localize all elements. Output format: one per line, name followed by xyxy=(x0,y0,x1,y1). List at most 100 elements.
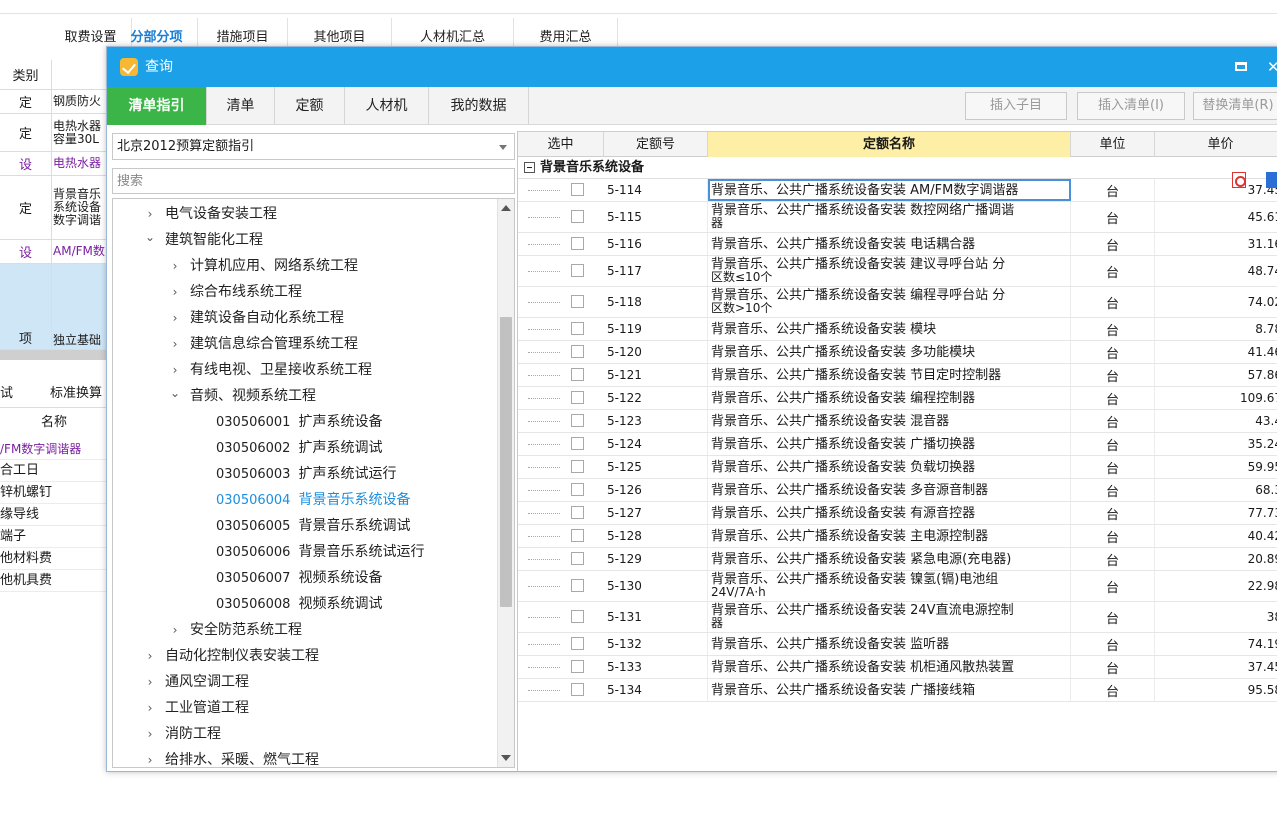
table-row[interactable]: 5-119背景音乐、公共广播系统设备安装 模块 台8.78 xyxy=(518,318,1277,341)
tree-node[interactable]: 030506006 背景音乐系统试运行 xyxy=(216,539,424,565)
row-checkbox[interactable] xyxy=(571,483,584,496)
group-row[interactable]: 背景音乐系统设备 xyxy=(518,157,1277,179)
word-icon[interactable] xyxy=(1266,172,1277,188)
tree-node[interactable]: › 自动化控制仪表安装工程 xyxy=(143,643,319,669)
chevron-right-icon[interactable]: › xyxy=(168,253,182,279)
row-checkbox[interactable] xyxy=(571,579,584,592)
tree-node[interactable]: › 有线电视、卫星接收系统工程 xyxy=(168,357,372,383)
chevron-right-icon[interactable]: › xyxy=(143,695,157,721)
chevron-right-icon[interactable]: › xyxy=(143,721,157,747)
search-input[interactable] xyxy=(112,168,515,194)
chevron-down-icon[interactable]: ⌄ xyxy=(143,224,157,250)
table-row[interactable]: 5-130 背景音乐、公共广播系统设备安装 镍氢(镉)电池组 24V/7A·h 台 22… xyxy=(518,571,1277,602)
tree-node[interactable]: 030506008 视频系统调试 xyxy=(216,591,382,617)
close-icon[interactable]: ✕ xyxy=(1267,47,1277,87)
background-row[interactable]: 设 AM/FM数 xyxy=(0,240,108,264)
chevron-right-icon[interactable]: › xyxy=(168,279,182,305)
table-row[interactable]: 5-132背景音乐、公共广播系统设备安装 监听器 台74.19 xyxy=(518,633,1277,656)
row-checkbox[interactable] xyxy=(571,264,584,277)
header-name[interactable]: 定额名称 xyxy=(708,132,1071,157)
row-checkbox[interactable] xyxy=(571,210,584,223)
tree-node[interactable]: 030506001 扩声系统设备 xyxy=(216,409,382,435)
header-price[interactable]: 单价 xyxy=(1155,132,1277,157)
table-row[interactable]: 5-127背景音乐、公共广播系统设备安装 有源音控器 台77.73 xyxy=(518,502,1277,525)
maximize-icon[interactable] xyxy=(1235,62,1247,71)
background-scrollbar[interactable] xyxy=(0,350,108,360)
table-row[interactable]: 5-131背景音乐、公共广播系统设备安装 24V直流电源控制器 台38 xyxy=(518,602,1277,633)
table-row[interactable]: 5-134背景音乐、公共广播系统设备安装 广播接线箱 台95.58 xyxy=(518,679,1277,702)
background-row[interactable]: 定背景音乐 系统设备 数字调谐 xyxy=(0,176,108,240)
table-row[interactable]: 5-133背景音乐、公共广播系统设备安装 机柜通风散热装置 台37.45 xyxy=(518,656,1277,679)
background-lower-row[interactable]: 合工日 xyxy=(0,460,108,482)
table-row[interactable]: 5-129背景音乐、公共广播系统设备安装 紧急电源(充电器) 台20.89 xyxy=(518,548,1277,571)
tree-scrollbar[interactable] xyxy=(497,199,514,767)
app-tab-4[interactable]: 人材机汇总 xyxy=(392,18,514,48)
tree-node[interactable]: › 建筑设备自动化系统工程 xyxy=(168,305,344,331)
row-checkbox[interactable] xyxy=(571,183,584,196)
insert-list-button[interactable]: 插入清单(I) xyxy=(1077,92,1185,120)
tab-3[interactable]: 人材机 xyxy=(345,87,429,125)
background-row[interactable]: 项独立基础 xyxy=(0,264,108,350)
row-checkbox[interactable] xyxy=(571,437,584,450)
app-tab-1[interactable]: 分部分项 xyxy=(116,18,198,48)
chevron-right-icon[interactable]: › xyxy=(143,669,157,695)
tab-0[interactable]: 清单指引 xyxy=(107,87,207,125)
header-unit[interactable]: 单位 xyxy=(1071,132,1155,157)
header-select[interactable]: 选中 xyxy=(518,132,604,157)
background-row[interactable]: 定钢质防火 xyxy=(0,90,108,114)
table-row[interactable]: 5-121背景音乐、公共广播系统设备安装 节目定时控制器 台57.86 xyxy=(518,364,1277,387)
app-tab-3[interactable]: 其他项目 xyxy=(288,18,392,48)
app-tab-5[interactable]: 费用汇总 xyxy=(514,18,618,48)
chevron-right-icon[interactable]: › xyxy=(143,747,157,767)
table-row[interactable]: 5-118 背景音乐、公共广播系统设备安装 编程寻呼台站 分区数>10个 台 74.0… xyxy=(518,287,1277,318)
background-row[interactable]: 定电热水器 容量30L xyxy=(0,114,108,152)
guide-library-select[interactable]: 北京2012预算定额指引 xyxy=(112,133,515,160)
row-checkbox[interactable] xyxy=(571,237,584,250)
row-checkbox[interactable] xyxy=(571,637,584,650)
background-lower-row[interactable]: 端子 xyxy=(0,526,108,548)
table-row[interactable]: 5-114背景音乐、公共广播系统设备安装 AM/FM数字调谐器 台37.45 xyxy=(518,179,1277,202)
app-tab-2[interactable]: 措施项目 xyxy=(198,18,288,48)
background-lower-tab-0[interactable]: 试 xyxy=(0,380,13,408)
table-row[interactable]: 5-116背景音乐、公共广播系统设备安装 电话耦合器 台31.16 xyxy=(518,233,1277,256)
table-row[interactable]: 5-125背景音乐、公共广播系统设备安装 负载切换器 台59.95 xyxy=(518,456,1277,479)
scroll-down-icon[interactable] xyxy=(501,755,511,761)
background-lower-tab-1[interactable]: 标准换算 xyxy=(50,380,102,408)
row-checkbox[interactable] xyxy=(571,660,584,673)
chevron-right-icon[interactable]: › xyxy=(143,643,157,669)
tab-1[interactable]: 清单 xyxy=(207,87,275,125)
row-checkbox[interactable] xyxy=(571,368,584,381)
scroll-thumb[interactable] xyxy=(500,317,512,607)
table-row[interactable]: 5-123背景音乐、公共广播系统设备安装 混音器 台43.4 xyxy=(518,410,1277,433)
tree-node[interactable]: 030506004 背景音乐系统设备 xyxy=(216,487,410,513)
row-checkbox[interactable] xyxy=(571,391,584,404)
row-checkbox[interactable] xyxy=(571,683,584,696)
tree-node[interactable]: › 安全防范系统工程 xyxy=(168,617,302,643)
chevron-down-icon[interactable] xyxy=(499,145,507,150)
insert-child-button[interactable]: 插入子目 xyxy=(965,92,1067,120)
tree-node[interactable]: › 给排水、采暖、燃气工程 xyxy=(143,747,319,767)
table-row[interactable]: 5-120背景音乐、公共广播系统设备安装 多功能模块 台41.46 xyxy=(518,341,1277,364)
row-checkbox[interactable] xyxy=(571,414,584,427)
table-row[interactable]: 5-115背景音乐、公共广播系统设备安装 数控网络广播调谐器 台45.61 xyxy=(518,202,1277,233)
background-lower-row[interactable]: /FM数字调谐器 xyxy=(0,438,108,460)
chevron-right-icon[interactable]: › xyxy=(168,331,182,357)
tree-node[interactable]: › 通风空调工程 xyxy=(143,669,249,695)
tree-node[interactable]: › 电气设备安装工程 xyxy=(143,201,277,227)
row-checkbox[interactable] xyxy=(571,295,584,308)
replace-list-button[interactable]: 替换清单(R) xyxy=(1193,92,1277,120)
scroll-up-icon[interactable] xyxy=(501,205,511,211)
background-lower-row[interactable]: 缘导线 xyxy=(0,504,108,526)
chevron-right-icon[interactable]: › xyxy=(168,305,182,331)
table-row[interactable]: 5-128背景音乐、公共广播系统设备安装 主电源控制器 台40.42 xyxy=(518,525,1277,548)
tab-4[interactable]: 我的数据 xyxy=(429,87,529,125)
background-lower-row[interactable]: 他机具费 xyxy=(0,570,108,592)
tree-node[interactable]: › 工业管道工程 xyxy=(143,695,249,721)
chevron-right-icon[interactable]: › xyxy=(168,617,182,643)
pdf-icon[interactable] xyxy=(1232,172,1246,188)
collapse-icon[interactable] xyxy=(524,162,535,173)
dialog-titlebar[interactable]: 查询 ✕ xyxy=(107,47,1277,87)
tree-node[interactable]: › 消防工程 xyxy=(143,721,221,747)
tree-node[interactable]: 030506007 视频系统设备 xyxy=(216,565,382,591)
tree-node[interactable]: › 建筑信息综合管理系统工程 xyxy=(168,331,358,357)
